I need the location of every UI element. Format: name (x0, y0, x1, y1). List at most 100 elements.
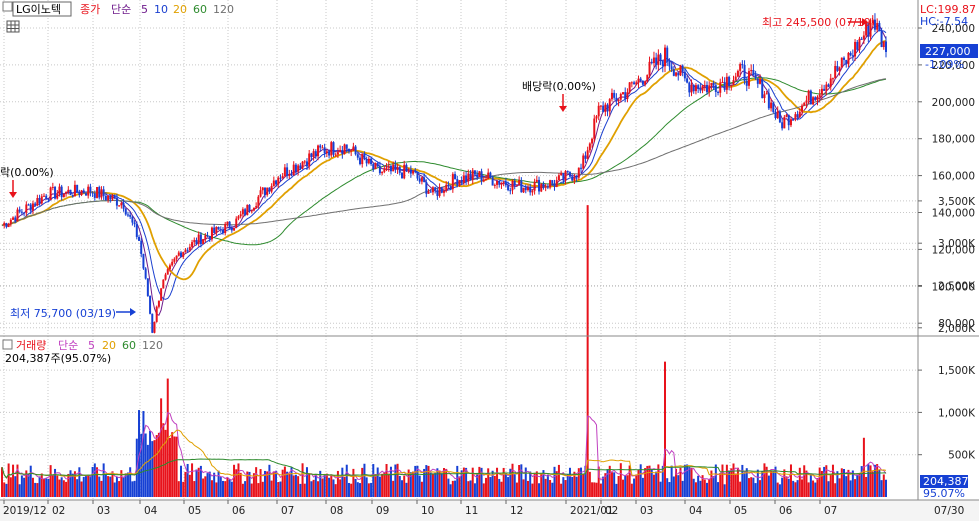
candle-body (597, 105, 600, 117)
candle-body (350, 150, 353, 152)
candle-body (168, 265, 171, 270)
volume-bar (681, 480, 684, 497)
candle-body (62, 193, 65, 198)
volume-bar (513, 474, 516, 497)
volume-bar (789, 464, 792, 497)
volume-bar (268, 464, 271, 497)
candle-body (633, 82, 636, 85)
volume-bar (714, 464, 717, 497)
volume-bar (635, 474, 638, 497)
candle-body (89, 186, 92, 193)
candle-body (16, 209, 19, 222)
volume-bar (131, 481, 134, 497)
volume-bar (191, 463, 194, 497)
candle-body (756, 78, 759, 84)
candle-body (235, 218, 238, 228)
candle-body (699, 88, 702, 91)
volume-bar (250, 483, 253, 497)
candle-body (847, 52, 850, 65)
candle-body (162, 279, 165, 289)
candle-body (630, 82, 633, 84)
volume-bar (529, 471, 532, 497)
legend-ma120: 120 (213, 3, 234, 16)
volume-bar (803, 465, 806, 497)
candle-body (843, 57, 846, 60)
candle-body (876, 23, 879, 30)
collapse-icon[interactable] (2, 1, 13, 12)
volume-bar (801, 479, 804, 497)
candle-body (175, 255, 178, 259)
candle-body (566, 171, 569, 173)
volume-bar (332, 479, 335, 497)
volume-bar (292, 475, 295, 497)
date-tick-label: 02 (52, 505, 65, 517)
volume-bar (818, 467, 821, 497)
candle-body (151, 313, 154, 333)
candle-body (38, 197, 41, 204)
volume-bar (224, 481, 227, 497)
candle-body (820, 88, 823, 95)
candle-body (606, 104, 609, 112)
volume-bar (602, 476, 605, 497)
candle-body (188, 246, 191, 251)
volume-bar (330, 474, 333, 497)
candle-body (593, 118, 596, 139)
candle-body (504, 182, 507, 186)
volume-bar (334, 484, 337, 497)
candle-body (829, 78, 832, 87)
volume-bar (270, 480, 273, 497)
candle-body (849, 52, 852, 56)
volume-bar (303, 483, 306, 497)
stock-chart: 240,000220,000200,000180,000160,000140,0… (0, 0, 979, 521)
volume-collapse-icon[interactable] (2, 339, 13, 350)
volume-bar (781, 477, 784, 497)
candle-body (29, 204, 32, 211)
candle-body (91, 192, 94, 194)
candle-body (347, 148, 350, 152)
volume-bar (233, 464, 236, 497)
volume-bar (343, 476, 346, 497)
volume-bar (650, 469, 653, 497)
candle-body (47, 198, 50, 201)
candle-body (529, 187, 532, 193)
candle-body (754, 74, 757, 79)
candle-body (436, 190, 439, 196)
volume-bar (91, 466, 94, 497)
candle-body (604, 104, 607, 112)
candle-body (661, 61, 664, 67)
volume-bar (109, 476, 112, 497)
date-tick-label: 06 (779, 505, 793, 517)
plot-area (0, 0, 918, 500)
candle-body (78, 192, 81, 196)
volume-legend-ma60: 60 (122, 339, 136, 352)
candle-body (666, 47, 669, 62)
volume-bar (34, 482, 37, 497)
candle-body (202, 238, 205, 245)
volume-bar (827, 481, 830, 497)
candle-body (184, 250, 187, 253)
volume-bar (65, 481, 68, 497)
volume-bar (732, 463, 735, 497)
volume-bar (484, 477, 487, 497)
volume-bar (219, 477, 222, 497)
volume-bar (467, 481, 470, 497)
volume-bar (520, 464, 523, 497)
volume-bar (180, 465, 183, 497)
volume-bar (785, 476, 788, 497)
candle-body (115, 197, 118, 206)
candle-body (825, 84, 828, 91)
candle-body (736, 70, 739, 77)
candle-body (467, 173, 470, 182)
volume-bar (648, 465, 651, 497)
candle-body (233, 227, 236, 231)
volume-bar (739, 481, 742, 497)
candle-body (118, 205, 121, 207)
volume-bar (588, 471, 591, 497)
volume-bar (440, 473, 443, 497)
candle-body (281, 176, 284, 179)
candle-body (182, 252, 185, 257)
volume-bar (526, 480, 529, 497)
volume-bar (403, 475, 406, 497)
volume-bar (396, 463, 399, 497)
table-icon[interactable] (6, 20, 20, 33)
